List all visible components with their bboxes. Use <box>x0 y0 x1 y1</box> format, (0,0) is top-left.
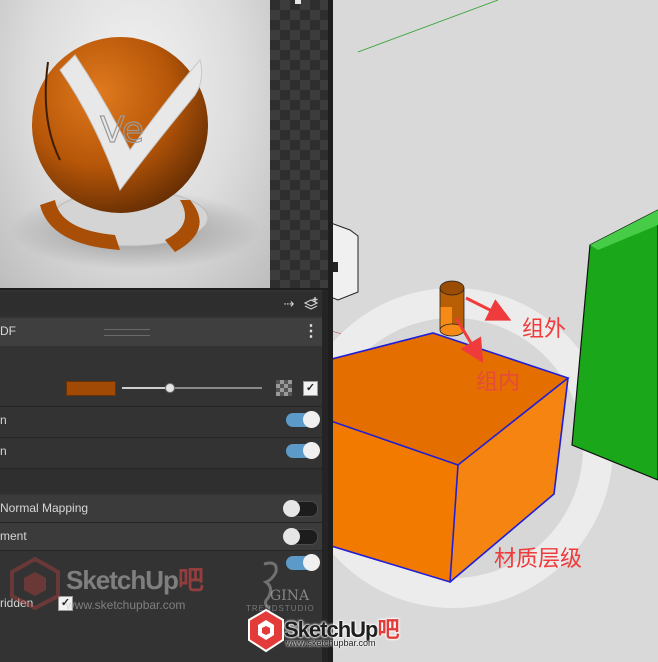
sketchup-logo-icon <box>248 608 284 653</box>
section-spacer <box>0 469 322 493</box>
sketchup-url-watermark: www.sketchupbar.com <box>66 598 186 612</box>
toggle-row-1-label: n <box>0 413 7 427</box>
toggle-row-1: n <box>0 407 322 434</box>
material-layer-title: DF <box>0 324 16 338</box>
displacement-switch[interactable] <box>283 528 318 545</box>
gina-watermark: GINA <box>270 588 310 604</box>
material-preview-area: Ve <box>0 0 328 290</box>
toggle-row-2-label: n <box>0 444 7 458</box>
resize-handle[interactable] <box>295 0 301 4</box>
color-checkbox[interactable]: ✓ <box>303 381 318 396</box>
color-slider-fill <box>122 387 170 389</box>
drag-handle[interactable] <box>104 329 150 336</box>
toggle-row-2-switch[interactable] <box>286 442 320 459</box>
sketchup-3d-viewport[interactable]: 组外 组内 材质层级 <box>328 0 658 662</box>
material-layer-header[interactable]: DF ⋮ <box>0 318 322 346</box>
annotation-material-level: 材质层级 <box>494 547 583 572</box>
normal-mapping-switch[interactable] <box>283 500 318 517</box>
toggle-row-1-switch[interactable] <box>286 411 320 428</box>
displacement-row: ment <box>0 523 322 550</box>
sketchup-logo-watermark <box>10 556 60 610</box>
toggle-row-2: n <box>0 438 322 465</box>
color-slider-handle[interactable] <box>165 383 175 393</box>
normal-mapping-row: Normal Mapping <box>0 495 322 522</box>
color-swatch[interactable] <box>66 381 116 396</box>
normal-mapping-label: Normal Mapping <box>0 501 89 515</box>
arrow-link-icon[interactable]: ⇢ <box>280 296 298 312</box>
texture-map-icon[interactable] <box>276 380 292 396</box>
add-layer-icon[interactable] <box>302 296 320 312</box>
panel-divider[interactable] <box>328 0 333 662</box>
kebab-menu-icon[interactable]: ⋮ <box>303 322 319 342</box>
alpha-checker-background <box>270 0 328 288</box>
annotation-outer-group: 组外 <box>522 317 567 342</box>
green-box-object <box>571 209 658 481</box>
sketchup-brand-watermark: SketchUp吧 <box>66 565 204 595</box>
material-preview-sphere: Ve <box>0 0 270 288</box>
annotation-inner-group: 组内 <box>476 370 521 395</box>
material-editor-panel: Ve ⇢ DF ⋮ ✓ n n Normal Mapping ment ridd… <box>0 0 328 662</box>
displacement-label: ment <box>0 529 27 543</box>
preview-toolbar: ⇢ <box>0 292 328 316</box>
svg-text:Ve: Ve <box>100 110 144 151</box>
sketchup-bottom-watermark: SketchUp吧 www.sketchupbar.com <box>244 606 414 656</box>
green-axis-line <box>357 0 499 53</box>
